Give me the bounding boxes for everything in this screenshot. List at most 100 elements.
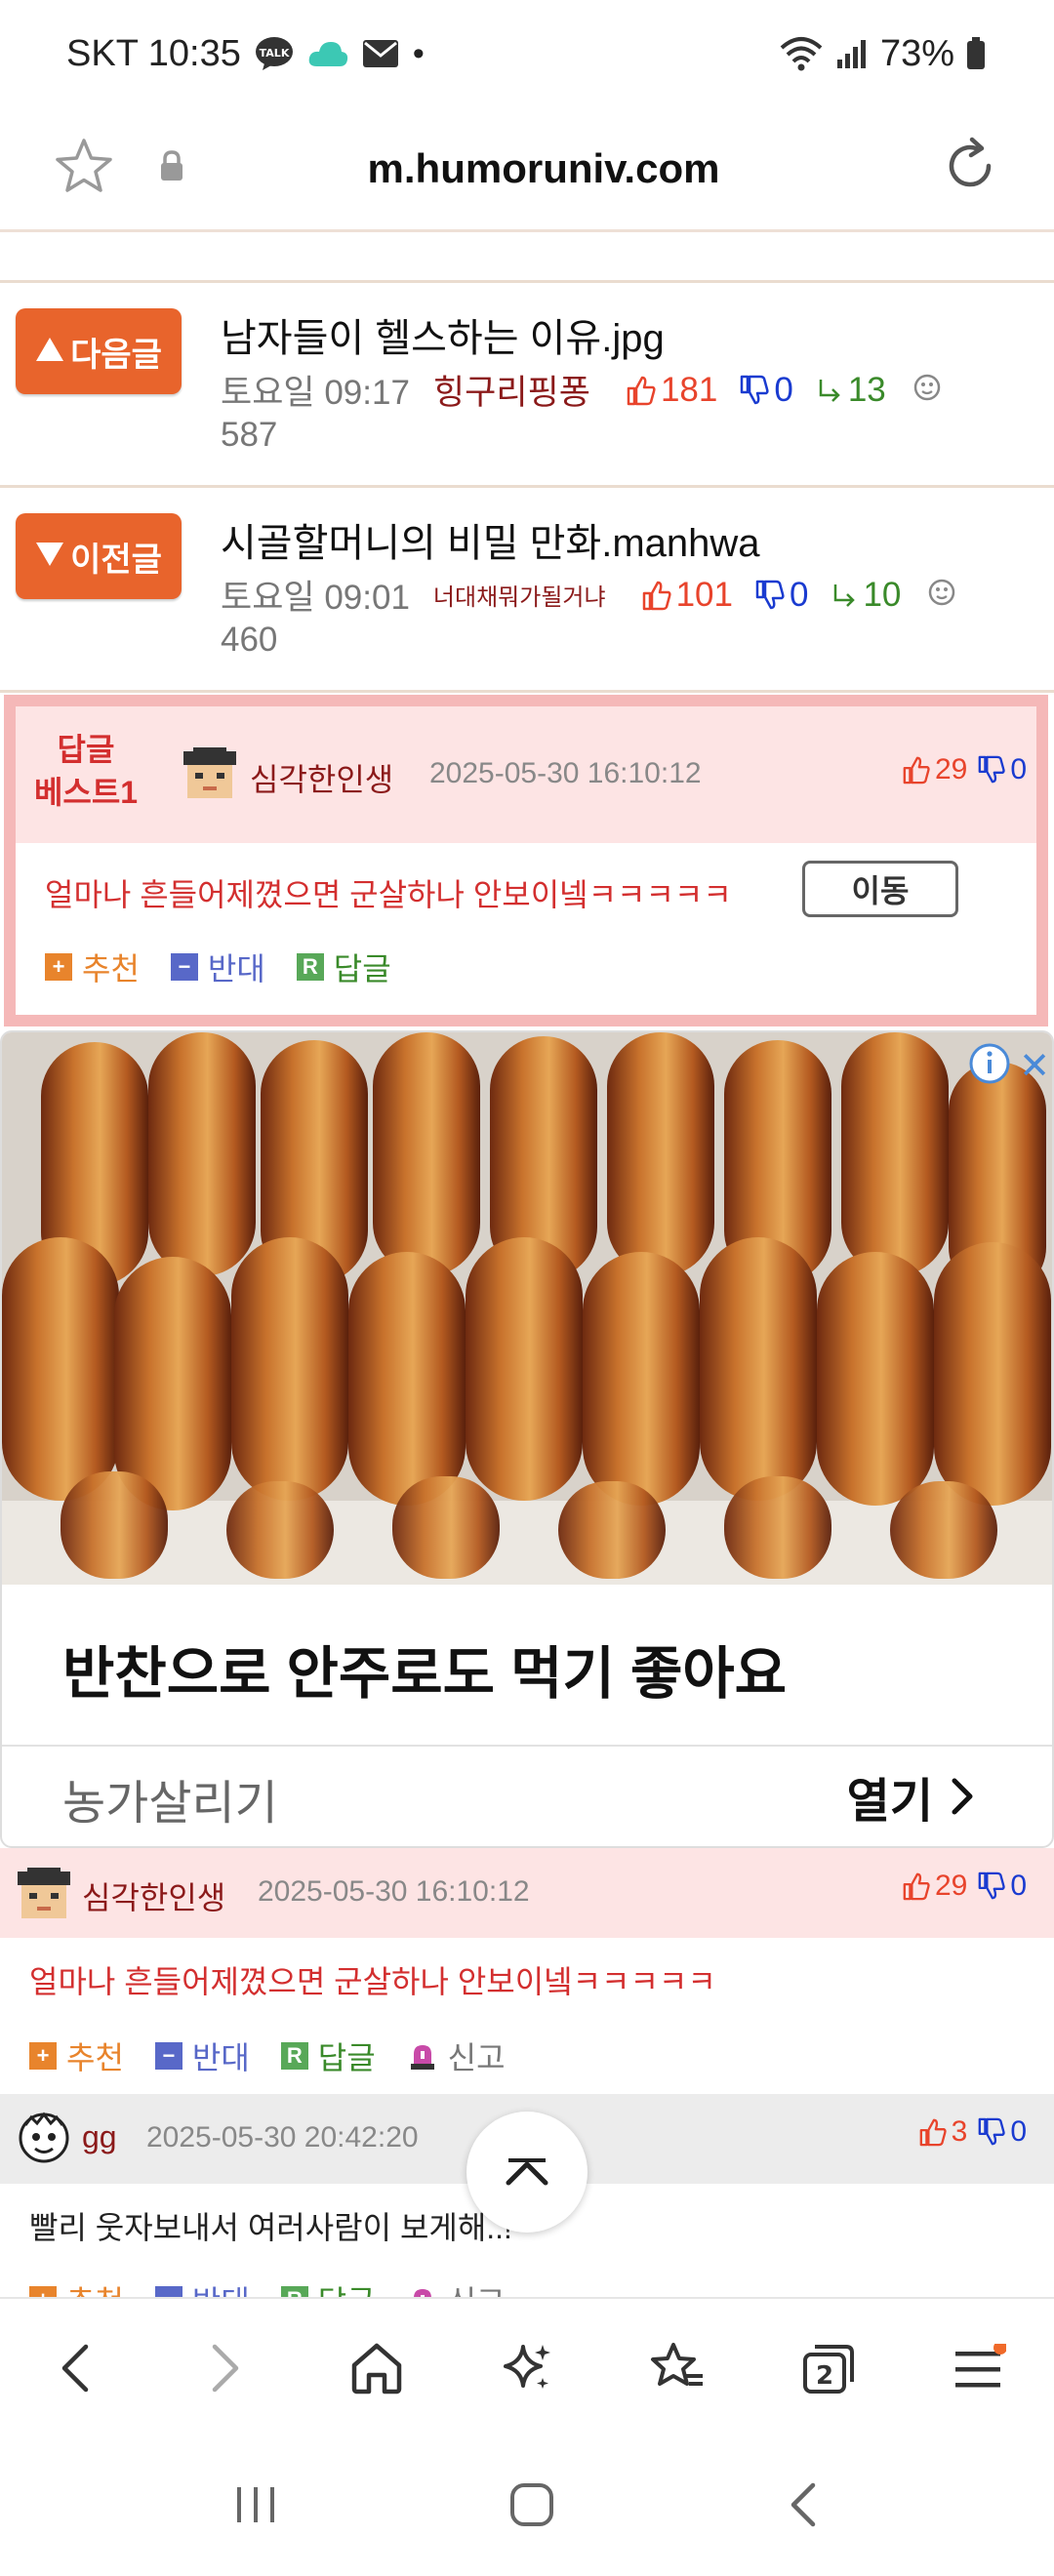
ad-close-icon[interactable]: ✕ bbox=[1019, 1044, 1050, 1088]
url-text[interactable]: m.humoruniv.com bbox=[146, 145, 941, 192]
avatar[interactable] bbox=[16, 2110, 72, 2166]
ad-card[interactable]: ✕ 반찬으로 안주로도 먹기 좋아요 농가살리기 열기 bbox=[0, 1030, 1054, 1848]
scroll-to-top-button[interactable] bbox=[466, 2112, 588, 2233]
views-smiley-icon bbox=[928, 576, 955, 615]
prev-post-time: 토요일 09:01 bbox=[221, 579, 410, 617]
comment-author[interactable]: gg bbox=[82, 2119, 117, 2155]
plus-icon: + bbox=[29, 2042, 57, 2070]
reply-arrow-icon bbox=[834, 584, 856, 607]
prev-post-downvote-count: 0 bbox=[789, 575, 809, 614]
next-post-button[interactable]: 다음글 bbox=[16, 308, 182, 394]
signal-icon bbox=[835, 38, 869, 69]
move-button[interactable]: 이동 bbox=[802, 861, 958, 917]
oppose-button[interactable]: −반대 bbox=[170, 945, 265, 989]
comment-text: 얼마나 흔들어제꼈으면 군살하나 안보이넼ㅋㅋㅋㅋㅋ bbox=[29, 1964, 716, 1999]
tabs-icon: 2 bbox=[802, 2345, 854, 2394]
tab-count: 2 bbox=[816, 2361, 833, 2391]
avatar[interactable] bbox=[16, 1866, 72, 1922]
home-button[interactable] bbox=[338, 2329, 416, 2407]
best-comment-downvote-count: 0 bbox=[1010, 753, 1027, 785]
ad-image[interactable]: ✕ bbox=[2, 1032, 1052, 1585]
thumbs-down-icon bbox=[741, 375, 769, 404]
back-nav-icon[interactable] bbox=[784, 2480, 823, 2534]
back-button[interactable] bbox=[36, 2329, 114, 2407]
best-comment-author[interactable]: 심각한인생 bbox=[250, 755, 393, 800]
next-post-title[interactable]: 남자들이 헬스하는 이유.jpg bbox=[221, 306, 665, 363]
reply-r-icon: R bbox=[296, 953, 324, 981]
comment-downvote-count: 0 bbox=[1010, 2115, 1027, 2148]
comment-header: 심각한인생 2025-05-30 16:10:12 29 0 bbox=[0, 1848, 1054, 1938]
avatar[interactable] bbox=[182, 745, 238, 802]
battery-percent: 73% bbox=[879, 32, 954, 74]
thumbs-up-icon bbox=[919, 2118, 947, 2147]
up-triangle-icon bbox=[35, 333, 64, 371]
bookmarks-button[interactable] bbox=[638, 2329, 716, 2407]
home-nav-icon[interactable] bbox=[507, 2480, 556, 2534]
recommend-button[interactable]: +추천 bbox=[29, 2033, 124, 2078]
best-label-line2: 베스트1 bbox=[33, 775, 139, 810]
forward-arrow-icon bbox=[213, 2344, 239, 2393]
wifi-icon bbox=[779, 36, 824, 71]
browser-toolbar: 2 bbox=[0, 2297, 1054, 2437]
prev-post-downvotes: 0 bbox=[754, 576, 808, 615]
ad-sponsor[interactable]: 농가살리기 bbox=[62, 1764, 278, 1832]
reload-icon[interactable] bbox=[941, 137, 999, 200]
content-top-divider bbox=[0, 234, 1054, 283]
prev-post-row[interactable]: 이전글 시골할머니의 비밀 만화.manhwa 토요일 09:01 너대채뭐가될… bbox=[0, 488, 1054, 693]
mail-icon bbox=[362, 39, 399, 68]
thumbs-down-icon bbox=[978, 755, 1005, 784]
oppose-button[interactable]: −반대 bbox=[154, 2033, 250, 2078]
prev-post-title[interactable]: 시골할머니의 비밀 만화.manhwa bbox=[221, 511, 760, 568]
best-comment-text: 얼마나 흔들어제꼈으면 군살하나 안보이넼ㅋㅋㅋㅋㅋ bbox=[45, 877, 732, 912]
best-comment-upvotes: 29 bbox=[902, 753, 967, 786]
bookmark-star-icon[interactable] bbox=[55, 138, 113, 199]
forward-button[interactable] bbox=[186, 2329, 264, 2407]
comment-downvote-count: 0 bbox=[1010, 1870, 1027, 1902]
comment-date: 2025-05-30 16:10:12 bbox=[258, 1875, 530, 1908]
thumbs-down-icon bbox=[978, 2117, 1005, 2146]
prev-post-author[interactable]: 너대채뭐가될거냐 bbox=[433, 578, 606, 612]
comment-upvotes: 3 bbox=[918, 2115, 967, 2149]
best-comment-actions: + 추천 − 반대 R 답글 bbox=[45, 945, 391, 989]
prev-post-upvote-count: 101 bbox=[675, 575, 733, 614]
ad-headline[interactable]: 반찬으로 안주로도 먹기 좋아요 bbox=[62, 1628, 787, 1710]
best-label-line1: 답글 bbox=[57, 732, 115, 767]
best-comment-label: 답글 베스트1 bbox=[33, 728, 139, 814]
best-comment-date: 2025-05-30 16:10:12 bbox=[429, 757, 702, 789]
prev-post-meta: 토요일 09:01 너대채뭐가될거냐 101 0 10 bbox=[221, 570, 955, 620]
comment-text: 빨리 웃자보내서 여러사람이 보게해..! bbox=[29, 2210, 512, 2245]
reply-button[interactable]: R답글 bbox=[280, 2033, 376, 2078]
next-post-upvote-count: 181 bbox=[660, 370, 718, 409]
report-button[interactable]: 신고 bbox=[407, 2033, 506, 2078]
siren-icon bbox=[410, 2045, 434, 2070]
next-post-time: 토요일 09:17 bbox=[221, 374, 410, 412]
browser-url-bar: m.humoruniv.com bbox=[0, 107, 1054, 232]
ad-info-icon[interactable] bbox=[968, 1042, 1011, 1085]
tabs-button[interactable]: 2 bbox=[790, 2329, 868, 2407]
prev-post-views: 460 bbox=[221, 621, 278, 659]
recent-apps-icon[interactable] bbox=[231, 2483, 280, 2531]
reply-button[interactable]: R답글 bbox=[296, 945, 391, 989]
thumbs-down-icon bbox=[755, 580, 785, 609]
thumbs-up-icon bbox=[642, 581, 671, 610]
prev-post-button[interactable]: 이전글 bbox=[16, 513, 182, 599]
best-comment-downvotes: 0 bbox=[977, 753, 1027, 786]
ad-open-button[interactable]: 열기 bbox=[847, 1762, 974, 1831]
sausage-photo bbox=[2, 1032, 1052, 1585]
comment-author[interactable]: 심각한인생 bbox=[82, 1873, 225, 1918]
system-nav-bar bbox=[0, 2437, 1054, 2576]
chevron-right-icon bbox=[952, 1778, 973, 1815]
chevron-up-icon bbox=[506, 2158, 548, 2186]
menu-button[interactable] bbox=[940, 2329, 1018, 2407]
comment-actions: +추천 −반대 R답글 신고 bbox=[29, 2033, 506, 2078]
next-post-row[interactable]: 다음글 남자들이 헬스하는 이유.jpg 토요일 09:17 힝구리핑퐁 181… bbox=[0, 283, 1054, 488]
comment-votes: 29 0 bbox=[902, 1870, 1027, 1903]
ai-sparkle-button[interactable] bbox=[488, 2329, 566, 2407]
home-icon bbox=[351, 2343, 401, 2395]
recommend-button[interactable]: +추천 bbox=[45, 945, 140, 989]
next-post-button-label: 다음글 bbox=[70, 336, 162, 374]
plus-icon: + bbox=[45, 953, 72, 981]
comment-downvotes: 0 bbox=[977, 1870, 1027, 1903]
comment-upvotes: 29 bbox=[902, 1870, 967, 1903]
next-post-author[interactable]: 힝구리핑퐁 bbox=[433, 365, 590, 415]
